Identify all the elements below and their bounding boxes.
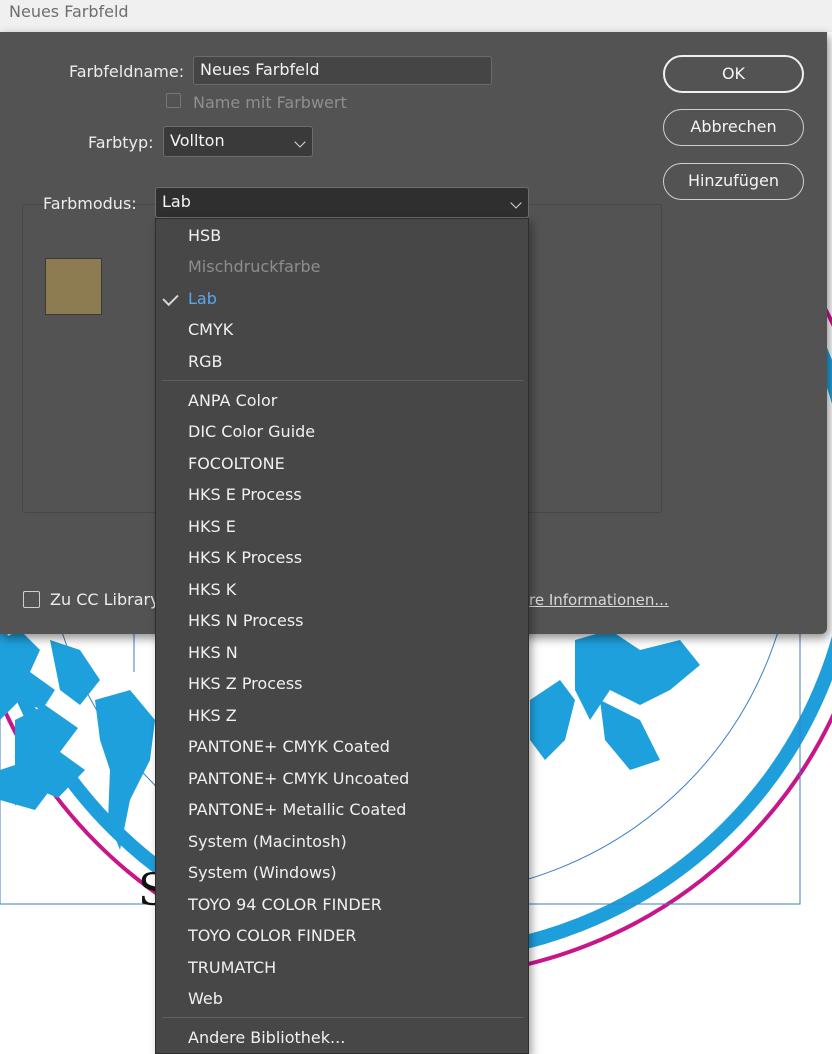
menu-item-library[interactable]: HKS N [156,638,528,668]
menu-item-library[interactable]: PANTONE+ Metallic Coated [156,795,528,825]
menu-item-library[interactable]: DIC Color Guide [156,417,528,447]
menu-item-rgb[interactable]: RGB [156,347,528,377]
window-title-bar: Neues Farbfeld [0,0,832,32]
swatch-name-value: Neues Farbfeld [200,60,320,79]
color-mode-value: Lab [162,192,191,211]
add-to-cc-library-checkbox[interactable] [23,591,40,608]
menu-item-library[interactable]: TOYO COLOR FINDER [156,921,528,951]
checkmark-icon [162,289,179,307]
menu-item-library[interactable]: HKS N Process [156,606,528,636]
menu-item-library[interactable]: HKS Z Process [156,669,528,699]
color-type-value: Vollton [170,131,225,150]
chevron-down-icon [510,197,522,209]
add-to-cc-library-label: Zu CC Library [50,590,160,609]
menu-item-library[interactable]: HKS E [156,512,528,542]
window-title: Neues Farbfeld [9,2,129,21]
menu-item-other-library[interactable]: Andere Bibliothek... [156,1023,528,1053]
color-mode-label: Farbmodus: [43,194,137,213]
more-info-link[interactable]: re Informationen... [529,591,669,609]
menu-item-library[interactable]: FOCOLTONE [156,449,528,479]
menu-item-library[interactable]: PANTONE+ CMYK Uncoated [156,764,528,794]
color-mode-select[interactable]: Lab [155,187,529,218]
swatch-name-label: Farbfeldname: [69,62,185,81]
menu-item-lab[interactable]: Lab [156,284,528,314]
menu-item-library[interactable]: System (Windows) [156,858,528,888]
menu-item-library[interactable]: HKS Z [156,701,528,731]
menu-item-library[interactable]: HKS K Process [156,543,528,573]
menu-item-library[interactable]: ANPA Color [156,386,528,416]
name-with-value-label: Name mit Farbwert [193,93,347,112]
swatch-name-input[interactable]: Neues Farbfeld [193,56,492,85]
menu-item-library[interactable]: Web [156,984,528,1014]
menu-item-library[interactable]: HKS K [156,575,528,605]
color-mode-dropdown-menu: HSB Mischdruckfarbe Lab CMYK RGB ANPA Co… [155,218,529,1054]
menu-item-cmyk[interactable]: CMYK [156,315,528,345]
menu-separator [162,1017,524,1018]
chevron-down-icon [294,136,306,148]
swatch-preview [45,258,102,315]
menu-item-library[interactable]: System (Macintosh) [156,827,528,857]
ok-button[interactable]: OK [663,55,804,93]
name-with-value-checkbox[interactable] [166,93,181,108]
color-type-select[interactable]: Vollton [163,126,313,157]
menu-item-mixed-ink: Mischdruckfarbe [188,257,321,276]
add-button[interactable]: Hinzufügen [663,163,804,200]
menu-item-library[interactable]: TOYO 94 COLOR FINDER [156,890,528,920]
menu-separator [162,380,524,381]
menu-item-hsb[interactable]: HSB [156,221,528,251]
cancel-button[interactable]: Abbrechen [663,109,804,146]
menu-item-library[interactable]: PANTONE+ CMYK Coated [156,732,528,762]
menu-item-library[interactable]: HKS E Process [156,480,528,510]
color-type-label: Farbtyp: [88,133,154,152]
menu-item-library[interactable]: TRUMATCH [156,953,528,983]
